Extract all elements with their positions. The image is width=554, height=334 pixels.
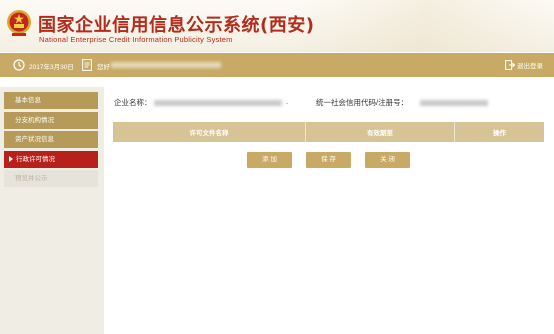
sidebar-item-admin-license[interactable]: 行政许可情况	[4, 150, 98, 168]
sidebar-menu: 基本信息 分支机构情况 资产状况信息 行政许可情况 预览并公示	[4, 92, 98, 190]
current-date: 2017年3月30日	[29, 64, 74, 71]
column-valid-until: 有效期至	[306, 122, 455, 142]
sidebar: 基本信息 分支机构情况 资产状况信息 行政许可情况 预览并公示	[0, 87, 104, 334]
active-arrow-icon	[9, 155, 13, 162]
column-license-name: 许可文件名称	[113, 122, 306, 142]
app-title: 国家企业信用信息公示系统(西安)	[38, 15, 315, 36]
redacted-company-name	[154, 100, 282, 106]
app-subtitle: National Enterprise Credit Information P…	[39, 35, 233, 44]
info-bar: 2017年3月30日 您好 退出登录	[0, 53, 554, 77]
company-name-label: 企业名称：	[114, 98, 152, 107]
logout-label: 退出登录	[517, 63, 543, 70]
sidebar-item-label: 行政许可情况	[16, 155, 55, 163]
sidebar-item-label: 资产状况信息	[15, 136, 54, 143]
action-buttons: 添 加 保 存 关 闭	[104, 152, 554, 168]
add-button[interactable]: 添 加	[247, 152, 292, 168]
main-content: 企业名称： . 统一社会信用代码/注册号： 许可文件名称 有效期至 操作 添 加…	[104, 87, 554, 334]
sidebar-item-basic-info[interactable]: 基本信息	[4, 92, 98, 109]
sidebar-item-assets[interactable]: 资产状况信息	[4, 131, 98, 148]
company-info-row: 企业名称： . 统一社会信用代码/注册号：	[114, 97, 544, 109]
column-actions: 操作	[493, 130, 506, 137]
sidebar-item-label: 基本信息	[15, 97, 41, 104]
clock-icon	[13, 59, 25, 71]
credit-code-label: 统一社会信用代码/注册号：	[316, 98, 409, 107]
close-button[interactable]: 关 闭	[365, 152, 410, 168]
logout-button[interactable]: 退出登录	[505, 58, 543, 72]
sidebar-item-branches[interactable]: 分支机构情况	[4, 111, 98, 129]
document-icon	[82, 59, 92, 71]
redacted-username	[111, 62, 221, 68]
greeting-label: 您好	[97, 64, 110, 71]
logout-icon	[505, 60, 515, 70]
save-button[interactable]: 保 存	[306, 152, 351, 168]
header: 国家企业信用信息公示系统(西安) National Enterprise Cre…	[0, 0, 554, 52]
company-name-tail: .	[286, 97, 289, 106]
sidebar-item-preview-publish[interactable]: 预览并公示	[4, 170, 98, 187]
header-decoration	[294, 0, 554, 52]
redacted-credit-code	[420, 100, 488, 106]
sidebar-item-label: 预览并公示	[15, 175, 48, 182]
sidebar-item-label: 分支机构情况	[15, 116, 54, 124]
license-table-header: 许可文件名称 有效期至 操作	[113, 122, 544, 142]
national-emblem-icon	[7, 10, 31, 36]
